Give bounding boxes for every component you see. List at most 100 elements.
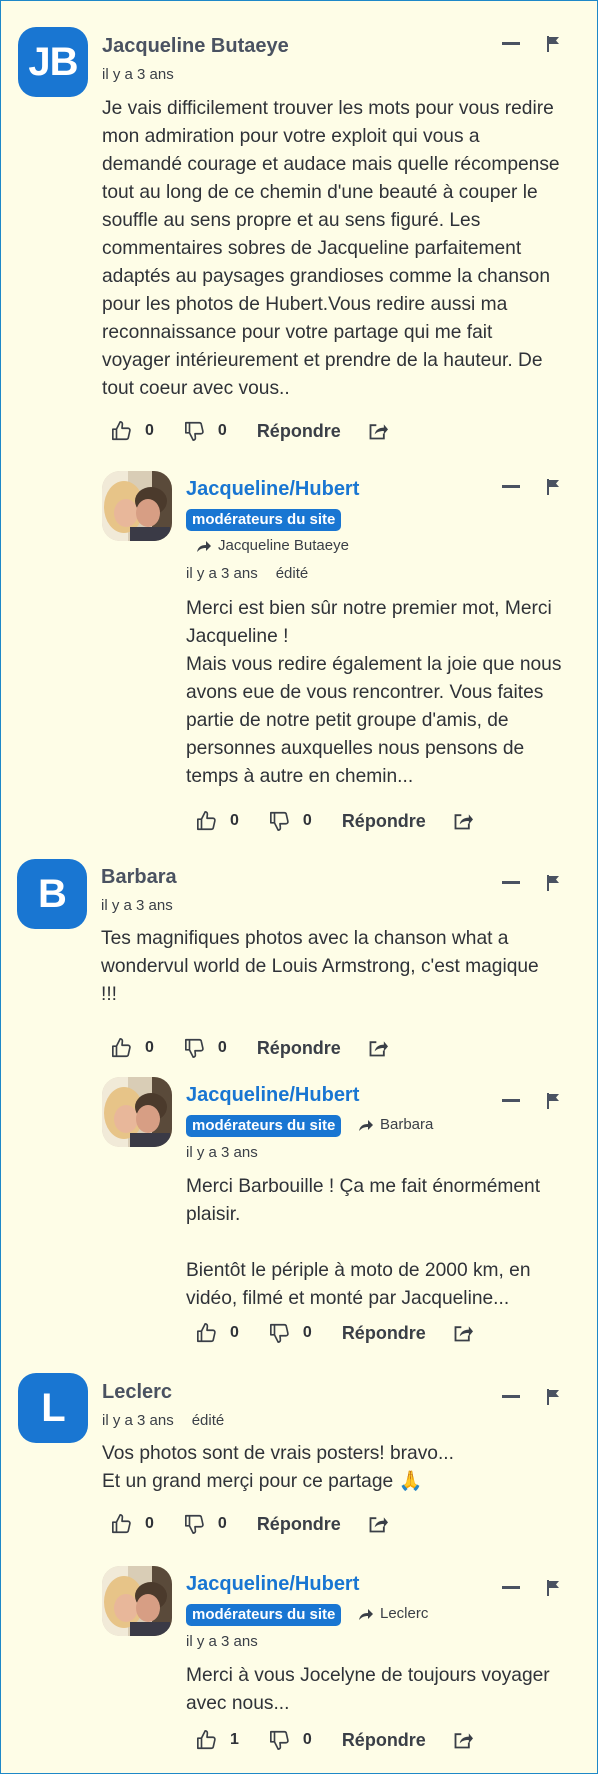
avatar xyxy=(102,1077,172,1147)
moderator-badge: modérateurs du site xyxy=(186,509,342,531)
flag-icon[interactable] xyxy=(546,1580,560,1596)
like-count: 0 xyxy=(145,1515,154,1532)
thumbs-down-icon[interactable] xyxy=(184,1037,206,1059)
comment-author[interactable]: Jacqueline/Hubert xyxy=(186,1573,359,1596)
comment-text: Tes magnifiques photos avec la chanson w… xyxy=(101,928,539,1005)
comment-actions: 0 0 Répondre xyxy=(111,1037,389,1059)
collapse-icon[interactable] xyxy=(502,42,520,46)
avatar xyxy=(102,1566,172,1636)
comment-text: Vos photos sont de vrais posters! bravo.… xyxy=(102,1443,454,1492)
like-count: 0 xyxy=(230,812,239,829)
edited-label: édité xyxy=(275,565,309,582)
comment: JB Jacqueline Butaeye il y a 3 ans Je va… xyxy=(1,1,597,461)
comment-actions: 1 0 Répondre xyxy=(196,1729,474,1751)
reply-button[interactable]: Répondre xyxy=(342,811,426,832)
reply-button[interactable]: Répondre xyxy=(257,1514,341,1535)
reply-to-name: Leclerc xyxy=(380,1605,429,1622)
comment-timestamp[interactable]: il y a 3 ans xyxy=(186,1633,258,1650)
comment-timestamp[interactable]: il y a 3 ans xyxy=(102,66,174,83)
thumbs-up-icon[interactable] xyxy=(196,1322,218,1344)
thumbs-down-icon[interactable] xyxy=(184,420,206,442)
reply-arrow-icon xyxy=(358,1118,374,1132)
share-icon[interactable] xyxy=(367,421,389,441)
reply-arrow-icon xyxy=(196,539,212,553)
comment-text: Merci Barbouille ! Ça me fait énormément… xyxy=(186,1176,541,1309)
collapse-icon[interactable] xyxy=(502,1395,520,1399)
comment: L Leclerc il y a 3 ans édité Vos photos s… xyxy=(1,1356,597,1556)
thumbs-up-icon[interactable] xyxy=(196,810,218,832)
reply-arrow-icon xyxy=(358,1607,374,1621)
comment-author[interactable]: Barbara xyxy=(101,866,177,889)
dislike-count: 0 xyxy=(217,1039,227,1056)
timestamp: il y a 3 ans xyxy=(102,1412,174,1429)
comment-timestamp[interactable]: il y a 3 ans édité xyxy=(102,1412,224,1429)
thumbs-down-icon[interactable] xyxy=(269,810,291,832)
reply-button[interactable]: Répondre xyxy=(342,1323,426,1344)
collapse-icon[interactable] xyxy=(502,1099,520,1103)
dislike-count: 0 xyxy=(302,1324,312,1341)
share-icon[interactable] xyxy=(452,811,474,831)
collapse-icon[interactable] xyxy=(502,485,520,489)
comment-author[interactable]: Jacqueline/Hubert xyxy=(186,478,359,501)
share-icon[interactable] xyxy=(367,1514,389,1534)
share-icon[interactable] xyxy=(367,1038,389,1058)
moderator-badge: modérateurs du site xyxy=(186,1604,342,1626)
comment-timestamp[interactable]: il y a 3 ans xyxy=(101,897,173,914)
reply-to-name: Barbara xyxy=(380,1116,434,1133)
dislike-count: 0 xyxy=(217,422,227,439)
reply-button[interactable]: Répondre xyxy=(342,1730,426,1751)
comment-author[interactable]: Jacqueline/Hubert xyxy=(186,1084,359,1107)
avatar xyxy=(102,471,172,541)
collapse-icon[interactable] xyxy=(502,1586,520,1590)
comment-text: Merci à vous Jocelyne de toujours voyage… xyxy=(186,1665,550,1714)
edited-label: édité xyxy=(191,1412,225,1429)
avatar: B xyxy=(17,859,87,929)
comment-actions: 0 0 Répondre xyxy=(111,1513,389,1535)
comments-panel: JB Jacqueline Butaeye il y a 3 ans Je va… xyxy=(0,0,598,1774)
timestamp: il y a 3 ans xyxy=(186,565,258,582)
thumbs-down-icon[interactable] xyxy=(184,1513,206,1535)
thumbs-down-icon[interactable] xyxy=(269,1729,291,1751)
thumbs-up-icon[interactable] xyxy=(196,1729,218,1751)
comment-author[interactable]: Jacqueline Butaeye xyxy=(102,35,289,58)
thumbs-up-icon[interactable] xyxy=(111,1513,133,1535)
dislike-count: 0 xyxy=(217,1515,227,1532)
reply-to[interactable]: Jacqueline Butaeye xyxy=(196,537,349,554)
comment-author[interactable]: Leclerc xyxy=(102,1381,172,1404)
reply-to-name: Jacqueline Butaeye xyxy=(218,537,349,554)
reply-comment: Jacqueline/Hubert modérateurs du site Le… xyxy=(1,1556,597,1773)
avatar: JB xyxy=(18,27,88,97)
thumbs-up-icon[interactable] xyxy=(111,420,133,442)
comment-actions: 0 0 Répondre xyxy=(111,420,389,442)
flag-icon[interactable] xyxy=(546,1093,560,1109)
dislike-count: 0 xyxy=(302,812,312,829)
comment-actions: 0 0 Répondre xyxy=(196,810,474,832)
like-count: 0 xyxy=(145,422,154,439)
like-count: 0 xyxy=(145,1039,154,1056)
comment: B Barbara il y a 3 ans Tes magnifiques p… xyxy=(1,841,597,1066)
reply-button[interactable]: Répondre xyxy=(257,421,341,442)
reply-comment: Jacqueline/Hubert modérateurs du site Ja… xyxy=(1,461,597,841)
thumbs-up-icon[interactable] xyxy=(111,1037,133,1059)
reply-button[interactable]: Répondre xyxy=(257,1038,341,1059)
comment-timestamp[interactable]: il y a 3 ans xyxy=(186,1144,258,1161)
like-count: 0 xyxy=(230,1324,239,1341)
collapse-icon[interactable] xyxy=(502,881,520,885)
comment-text: Je vais difficilement trouver les mots p… xyxy=(102,98,560,399)
flag-icon[interactable] xyxy=(546,1389,560,1405)
moderator-badge: modérateurs du site xyxy=(186,1115,342,1137)
reply-comment: Jacqueline/Hubert modérateurs du site Ba… xyxy=(1,1066,597,1356)
share-icon[interactable] xyxy=(452,1323,474,1343)
dislike-count: 0 xyxy=(302,1731,312,1748)
share-icon[interactable] xyxy=(452,1730,474,1750)
flag-icon[interactable] xyxy=(546,36,560,52)
comment-timestamp[interactable]: il y a 3 ans édité xyxy=(186,565,308,582)
flag-icon[interactable] xyxy=(546,479,560,495)
comment-text: Merci est bien sûr notre premier mot, Me… xyxy=(186,598,562,787)
comment-actions: 0 0 Répondre xyxy=(196,1322,474,1344)
thumbs-down-icon[interactable] xyxy=(269,1322,291,1344)
reply-to[interactable]: Barbara xyxy=(358,1116,433,1133)
flag-icon[interactable] xyxy=(546,875,560,891)
like-count: 1 xyxy=(230,1731,239,1748)
reply-to[interactable]: Leclerc xyxy=(358,1605,428,1622)
